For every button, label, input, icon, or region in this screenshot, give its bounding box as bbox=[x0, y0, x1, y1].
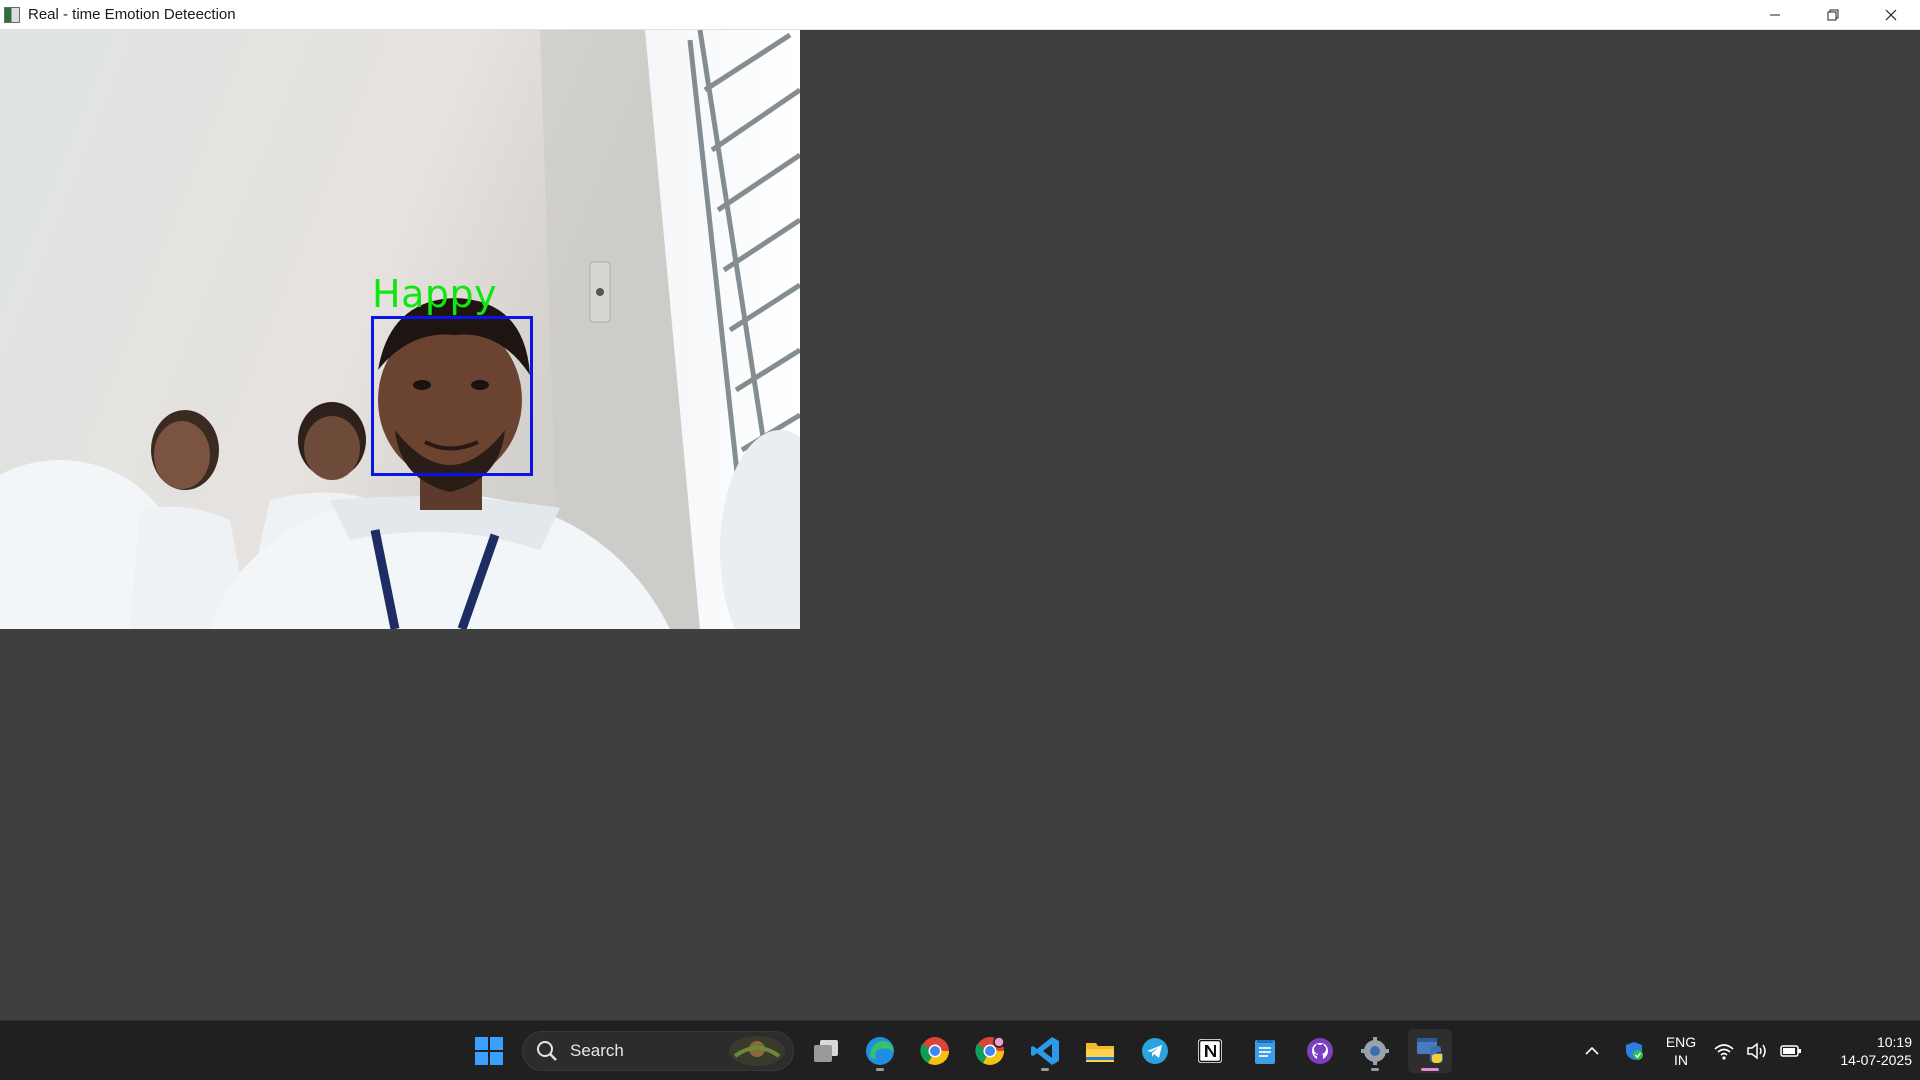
taskbar-notepad[interactable] bbox=[1243, 1029, 1287, 1073]
show-hidden-icons-button[interactable] bbox=[1570, 1029, 1614, 1073]
windows-start-icon bbox=[475, 1037, 503, 1065]
vscode-icon bbox=[1031, 1037, 1059, 1065]
window-titlebar[interactable]: Real - time Emotion Deteection bbox=[0, 0, 1920, 30]
settings-icon bbox=[1361, 1037, 1389, 1065]
taskbar-notion[interactable] bbox=[1188, 1029, 1232, 1073]
close-button[interactable] bbox=[1862, 0, 1920, 29]
camera-feed: Happy bbox=[0, 30, 800, 629]
clock-button[interactable]: 10:19 14-07-2025 bbox=[1812, 1029, 1912, 1073]
notepad-icon bbox=[1255, 1040, 1275, 1064]
github-desktop-icon bbox=[1307, 1038, 1333, 1064]
task-view-icon bbox=[814, 1040, 838, 1062]
telegram-icon bbox=[1142, 1038, 1168, 1064]
volume-icon bbox=[1747, 1042, 1766, 1060]
task-view-button[interactable] bbox=[804, 1029, 848, 1073]
taskbar-file-explorer[interactable] bbox=[1078, 1029, 1122, 1073]
start-button[interactable] bbox=[467, 1029, 511, 1073]
running-indicator bbox=[1371, 1068, 1379, 1071]
taskbar-settings[interactable] bbox=[1353, 1029, 1397, 1073]
running-indicator bbox=[1041, 1068, 1049, 1071]
security-tray-button[interactable] bbox=[1612, 1029, 1656, 1073]
emotion-label: Happy bbox=[372, 272, 498, 316]
search-icon bbox=[537, 1041, 557, 1061]
edge-icon bbox=[866, 1037, 894, 1065]
clock-date: 14-07-2025 bbox=[1840, 1052, 1912, 1068]
window-content: Happy bbox=[0, 30, 1920, 1020]
battery-icon bbox=[1779, 1045, 1801, 1057]
taskbar-python[interactable] bbox=[1408, 1029, 1452, 1073]
search-label: Search bbox=[570, 1041, 624, 1060]
minimize-button[interactable] bbox=[1746, 0, 1804, 29]
restore-button[interactable] bbox=[1804, 0, 1862, 29]
window-controls bbox=[1746, 0, 1920, 29]
minimize-icon bbox=[1770, 14, 1780, 15]
face-bounding-box bbox=[371, 316, 533, 476]
taskbar-vscode[interactable] bbox=[1023, 1029, 1067, 1073]
search-highlight-icon bbox=[729, 1036, 785, 1066]
running-indicator bbox=[876, 1068, 884, 1071]
file-explorer-icon bbox=[1086, 1043, 1114, 1062]
language-code: ENG bbox=[1665, 1034, 1697, 1050]
restore-icon bbox=[1827, 9, 1839, 20]
language-button[interactable]: ENG IN bbox=[1656, 1029, 1706, 1073]
language-region: IN bbox=[1674, 1052, 1688, 1068]
clock-time: 10:19 bbox=[1876, 1034, 1912, 1050]
chrome-icon bbox=[920, 1037, 949, 1065]
taskbar-edge[interactable] bbox=[858, 1029, 902, 1073]
taskbar: Search ENG IN 10:19 14-07-2025 bbox=[0, 1020, 1920, 1080]
chrome-profile-icon bbox=[975, 1036, 1005, 1065]
running-indicator bbox=[1421, 1068, 1439, 1071]
taskbar-chrome[interactable] bbox=[913, 1029, 957, 1073]
taskbar-github-desktop[interactable] bbox=[1298, 1029, 1342, 1073]
close-icon bbox=[1885, 9, 1897, 20]
taskbar-telegram[interactable] bbox=[1133, 1029, 1177, 1073]
app-icon bbox=[4, 6, 20, 23]
taskbar-chrome-profile[interactable] bbox=[968, 1029, 1012, 1073]
taskbar-search[interactable]: Search bbox=[522, 1031, 794, 1071]
wifi-icon bbox=[1714, 1044, 1734, 1060]
quick-settings-button[interactable] bbox=[1708, 1029, 1808, 1073]
notion-icon bbox=[1198, 1039, 1222, 1063]
chevron-up-icon bbox=[1585, 1046, 1599, 1055]
shield-icon bbox=[1626, 1042, 1643, 1060]
window-title: Real - time Emotion Deteection bbox=[28, 6, 236, 23]
python-icon bbox=[1417, 1038, 1443, 1063]
